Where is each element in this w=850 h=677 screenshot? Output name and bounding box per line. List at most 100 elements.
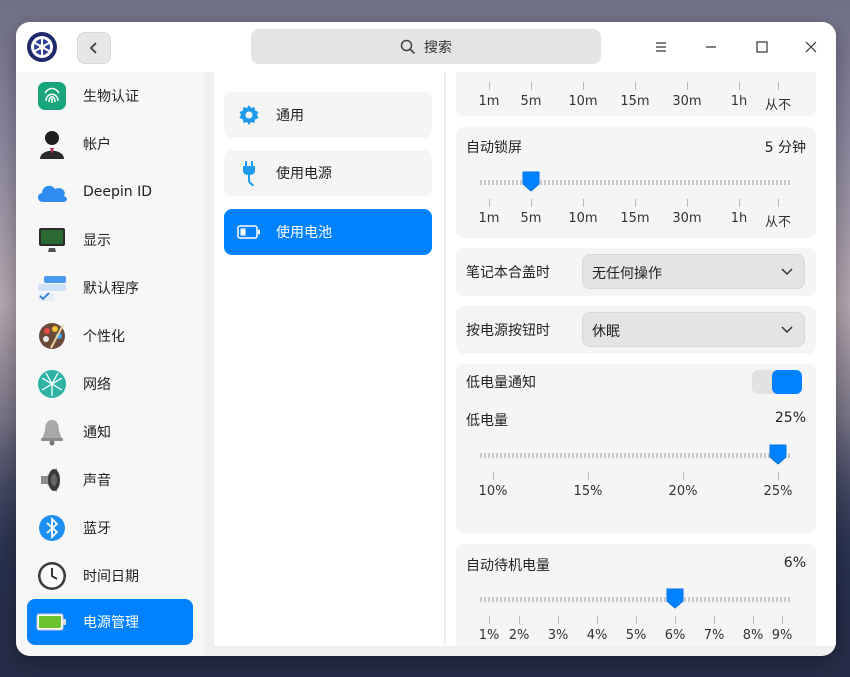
close-button[interactable] bbox=[796, 32, 826, 62]
subnav-item-general[interactable]: 通用 bbox=[224, 92, 432, 138]
search-icon bbox=[400, 39, 416, 54]
slider-tick-label: 30m bbox=[667, 199, 707, 226]
slider-tick-label: 4% bbox=[577, 616, 617, 643]
maximize-button[interactable] bbox=[747, 32, 777, 62]
sidebar-item-network[interactable]: 网络 bbox=[27, 361, 193, 407]
gear-icon bbox=[236, 102, 262, 128]
minimize-icon bbox=[706, 46, 716, 48]
back-button[interactable] bbox=[77, 32, 111, 64]
power-button-card: 按电源按钮时 休眠 bbox=[456, 306, 816, 354]
lid-close-title: 笔记本合盖时 bbox=[466, 265, 550, 281]
palette-icon bbox=[35, 319, 69, 353]
slider-tick-label: 1m bbox=[469, 199, 509, 226]
chevron-down-icon bbox=[781, 326, 793, 334]
account-icon bbox=[35, 127, 69, 161]
low-battery-title: 低电量 bbox=[466, 413, 508, 429]
sidebar-item-account[interactable]: 帐户 bbox=[27, 121, 193, 167]
sidebar-item-bluetooth[interactable]: 蓝牙 bbox=[27, 505, 193, 551]
close-icon bbox=[805, 41, 817, 53]
subnav-item-on-battery[interactable]: 使用电池 bbox=[224, 209, 432, 255]
screen-off-card: 1m 5m 10m 15m 30m 1h 从不 bbox=[456, 72, 816, 116]
auto-lock-value: 5 分钟 bbox=[764, 140, 806, 156]
chevron-down-icon bbox=[781, 268, 793, 276]
fingerprint-icon bbox=[35, 79, 69, 113]
lid-close-selected: 无任何操作 bbox=[592, 266, 662, 282]
battery-icon bbox=[35, 605, 69, 639]
slider-tick-label: 10% bbox=[473, 472, 513, 499]
battery-settings-panel: 1m 5m 10m 15m 30m 1h 从不 自动锁屏 5 分钟 1m 5m 10m 15m 30… bbox=[446, 72, 836, 646]
menu-button[interactable] bbox=[646, 32, 676, 62]
titlebar: 搜索 bbox=[16, 22, 836, 72]
power-button-title: 按电源按钮时 bbox=[466, 323, 550, 339]
sidebar-item-power[interactable]: 电源管理 bbox=[27, 599, 193, 645]
maximize-icon bbox=[756, 41, 768, 53]
monitor-icon bbox=[35, 223, 69, 257]
slider-tick-label: 2% bbox=[499, 616, 539, 643]
auto-lock-card: 自动锁屏 5 分钟 1m 5m 10m 15m 30m 1h 从不 bbox=[456, 127, 816, 238]
auto-suspend-slider-handle[interactable] bbox=[665, 587, 685, 609]
battery-icon bbox=[236, 219, 262, 245]
slider-tick-label: 3% bbox=[538, 616, 578, 643]
plug-icon bbox=[236, 160, 262, 187]
auto-lock-slider-handle[interactable] bbox=[521, 170, 541, 192]
slider-tick-label: 15% bbox=[568, 472, 608, 499]
minimize-button[interactable] bbox=[696, 32, 726, 62]
power-subnav: 通用 使用电源 使用电池 bbox=[214, 72, 445, 646]
lid-close-select[interactable]: 无任何操作 bbox=[582, 254, 805, 289]
clock-icon bbox=[35, 559, 69, 593]
auto-lock-title: 自动锁屏 bbox=[466, 140, 522, 156]
low-battery-card: 低电量通知 低电量 25% 10% 15% 20% 25% bbox=[456, 364, 816, 533]
slider-tick-label: 从不 bbox=[758, 82, 798, 113]
sidebar-item-personalization[interactable]: 个性化 bbox=[27, 313, 193, 359]
screen-off-slider-ticks: 1m 5m 10m 15m 30m 1h 从不 bbox=[456, 82, 816, 113]
slider-tick-label: 15m bbox=[615, 82, 655, 109]
low-battery-notify-title: 低电量通知 bbox=[466, 375, 536, 391]
slider-tick-label: 1h bbox=[719, 82, 759, 109]
menu-icon bbox=[656, 42, 666, 52]
default-apps-icon bbox=[35, 271, 69, 305]
lid-close-card: 笔记本合盖时 无任何操作 bbox=[456, 248, 816, 296]
low-battery-slider-handle[interactable] bbox=[768, 443, 788, 465]
sidebar-item-datetime[interactable]: 时间日期 bbox=[27, 553, 193, 599]
power-button-selected: 休眠 bbox=[592, 324, 620, 340]
slider-tick-label: 5% bbox=[616, 616, 656, 643]
auto-suspend-slider-ticks: 1% 2% 3% 4% 5% 6% 7% 8% 9% bbox=[456, 616, 816, 646]
network-icon bbox=[35, 367, 69, 401]
auto-suspend-card: 自动待机电量 6% 1% 2% 3% 4% 5% 6% 7% 8% 9% bbox=[456, 544, 816, 646]
search-input[interactable]: 搜索 bbox=[251, 29, 601, 64]
slider-tick-label: 20% bbox=[663, 472, 703, 499]
low-battery-slider-ticks: 10% 15% 20% 25% bbox=[456, 472, 816, 502]
control-center-logo-icon bbox=[26, 31, 58, 63]
low-battery-slider-track[interactable] bbox=[480, 453, 792, 458]
slider-tick-label: 7% bbox=[694, 616, 734, 643]
sidebar-item-notification[interactable]: 通知 bbox=[27, 409, 193, 455]
slider-tick-label: 30m bbox=[667, 82, 707, 109]
auto-suspend-value: 6% bbox=[783, 555, 806, 571]
sidebar-item-biometric[interactable]: 生物认证 bbox=[27, 73, 193, 119]
cloud-icon bbox=[35, 175, 69, 209]
slider-tick-label: 5m bbox=[511, 199, 551, 226]
slider-tick-label: 25% bbox=[758, 472, 798, 499]
slider-tick-label: 6% bbox=[655, 616, 695, 643]
sidebar-item-display[interactable]: 显示 bbox=[27, 217, 193, 263]
auto-suspend-slider-track[interactable] bbox=[480, 597, 792, 602]
low-battery-notify-toggle[interactable] bbox=[752, 370, 802, 394]
toggle-knob bbox=[772, 370, 802, 394]
low-battery-value: 25% bbox=[774, 410, 806, 426]
power-button-select[interactable]: 休眠 bbox=[582, 312, 805, 347]
bluetooth-icon bbox=[35, 511, 69, 545]
slider-tick-label: 1h bbox=[719, 199, 759, 226]
sidebar: 生物认证 帐户 Deepin ID 显示 默认程序 个性化 网络 通知 声音 蓝… bbox=[16, 72, 204, 656]
search-placeholder: 搜索 bbox=[424, 39, 452, 56]
slider-tick-label: 1m bbox=[469, 82, 509, 109]
slider-tick-label: 9% bbox=[762, 616, 802, 643]
bell-icon bbox=[35, 415, 69, 449]
sidebar-item-default-apps[interactable]: 默认程序 bbox=[27, 265, 193, 311]
subnav-item-plugged-in[interactable]: 使用电源 bbox=[224, 150, 432, 196]
sidebar-item-sound[interactable]: 声音 bbox=[27, 457, 193, 503]
auto-lock-slider-ticks: 1m 5m 10m 15m 30m 1h 从不 bbox=[456, 199, 816, 230]
slider-tick-label: 从不 bbox=[758, 199, 798, 230]
slider-tick-label: 5m bbox=[511, 82, 551, 109]
speaker-icon bbox=[35, 463, 69, 497]
sidebar-item-deepin-id[interactable]: Deepin ID bbox=[27, 169, 193, 215]
